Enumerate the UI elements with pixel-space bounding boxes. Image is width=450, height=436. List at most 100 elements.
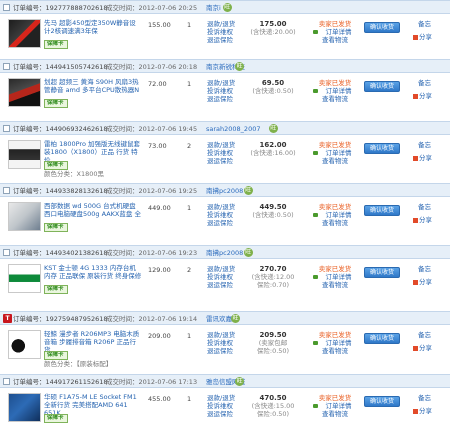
refund-link[interactable]: 退款/退货 <box>207 331 235 339</box>
buyer-protection-badge[interactable]: 保障卡 <box>44 351 68 360</box>
buyer-protection-badge[interactable]: 保障卡 <box>44 99 68 108</box>
product-title-link[interactable]: KST 金士顿 4G 1333 内存台机内存 正品联保 原装行货 终身保修 <box>44 264 142 280</box>
complaint-link[interactable]: 投诉维权 <box>207 149 235 157</box>
refund-link[interactable]: 退款/退货 <box>207 265 235 273</box>
buyer-protection-badge[interactable]: 保障卡 <box>44 285 68 294</box>
buyer-protection-badge[interactable]: 保障卡 <box>44 40 68 49</box>
wangwang-chat-icon[interactable]: 旺 <box>222 3 232 12</box>
seller-link[interactable]: 南京i <box>206 4 221 12</box>
wangwang-chat-icon[interactable]: 旺 <box>243 186 253 195</box>
refund-link[interactable]: 退款/退货 <box>207 203 235 211</box>
complaint-link[interactable]: 投诉维权 <box>207 28 235 36</box>
view-logistics-link[interactable]: 查看物流 <box>310 410 360 418</box>
share-link[interactable]: 分享 <box>413 154 432 162</box>
select-order-checkbox[interactable] <box>3 63 10 70</box>
refund-link[interactable]: 退款/退货 <box>207 394 235 402</box>
power-supply-thumbnail[interactable] <box>8 19 41 48</box>
view-logistics-link[interactable]: 查看物流 <box>310 281 360 289</box>
keyboard-thumbnail[interactable] <box>8 140 41 169</box>
share-link[interactable]: 分享 <box>413 344 432 352</box>
memo-link[interactable]: 备忘 <box>418 331 431 339</box>
seller-link[interactable]: 南拂pc2008 <box>206 187 243 195</box>
order-total: 69.50 (含快递:0.50) <box>250 79 296 95</box>
order-total: 470.50 (含快递:15.00 保险:0.50) <box>250 394 296 418</box>
share-link[interactable]: 分享 <box>413 92 432 100</box>
complaint-link[interactable]: 投诉维权 <box>207 273 235 281</box>
status-text: 卖家已发货 <box>318 331 352 339</box>
refund-link[interactable]: 退款/退货 <box>207 79 235 87</box>
memory-thumbnail[interactable] <box>8 264 41 293</box>
confirm-receipt-button[interactable]: 确认收货 <box>364 81 400 92</box>
seller-link[interactable]: 南拂pc2008 <box>206 249 243 257</box>
confirm-receipt-button[interactable]: 确认收货 <box>364 22 400 33</box>
return-insurance-link[interactable]: 退运保险 <box>207 157 235 165</box>
buyer-protection-badge[interactable]: 保障卡 <box>44 161 68 170</box>
hard-drive-thumbnail[interactable] <box>8 202 41 231</box>
wangwang-chat-icon[interactable]: 旺 <box>231 314 240 323</box>
complaint-link[interactable]: 投诉维权 <box>207 402 235 410</box>
return-insurance-link[interactable]: 退运保险 <box>207 95 235 103</box>
confirm-receipt-button[interactable]: 确认收货 <box>364 143 400 154</box>
product-title-link[interactable]: 先马 超影450型定350W静音设计2核调速满3年保 <box>44 19 142 35</box>
order-detail-link[interactable]: 订单详情 <box>310 87 360 95</box>
order-detail-link[interactable]: 订单详情 <box>310 402 360 410</box>
select-order-checkbox[interactable] <box>3 125 10 132</box>
memo-link[interactable]: 备忘 <box>418 79 431 87</box>
buyer-protection-badge[interactable]: 保障卡 <box>44 414 68 423</box>
memo-link[interactable]: 备忘 <box>418 141 431 149</box>
memo-link[interactable]: 备忘 <box>418 394 431 402</box>
deal-time: 成交时间：2012-07-06 17:13 <box>106 378 198 386</box>
return-insurance-link[interactable]: 退运保险 <box>207 219 235 227</box>
quantity: 1 <box>187 21 192 29</box>
memo-link[interactable]: 备忘 <box>418 20 431 28</box>
select-order-checkbox[interactable] <box>3 4 10 11</box>
order-detail-link[interactable]: 订单详情 <box>310 211 360 219</box>
quantity: 1 <box>187 80 192 88</box>
product-title-link[interactable]: 划超 超频三 黄海 S90H 风扇3热管静音 amd 多平台CPU散热器N <box>44 78 142 94</box>
share-link[interactable]: 分享 <box>413 216 432 224</box>
confirm-receipt-button[interactable]: 确认收货 <box>364 267 400 278</box>
memo-link[interactable]: 备忘 <box>418 265 431 273</box>
select-order-checkbox[interactable] <box>3 378 10 385</box>
view-logistics-link[interactable]: 查看物流 <box>310 219 360 227</box>
complaint-link[interactable]: 投诉维权 <box>207 87 235 95</box>
return-insurance-link[interactable]: 退运保险 <box>207 347 235 355</box>
select-order-checkbox[interactable] <box>3 249 10 256</box>
order-detail-link[interactable]: 订单详情 <box>310 149 360 157</box>
buyer-protection-badge[interactable]: 保障卡 <box>44 223 68 232</box>
view-logistics-link[interactable]: 查看物流 <box>310 36 360 44</box>
order-detail-link[interactable]: 订单详情 <box>310 339 360 347</box>
order-row: T 订单编号：192759487952618 成交时间：2012-07-06 19:… <box>0 311 450 369</box>
wangwang-chat-icon[interactable]: 旺 <box>243 248 253 257</box>
select-order-checkbox[interactable] <box>3 187 10 194</box>
unit-price: 72.00 <box>148 80 167 88</box>
refund-link[interactable]: 退款/退货 <box>207 141 235 149</box>
share-link[interactable]: 分享 <box>413 407 432 415</box>
return-insurance-link[interactable]: 退运保险 <box>207 36 235 44</box>
view-logistics-link[interactable]: 查看物流 <box>310 347 360 355</box>
complaint-link[interactable]: 投诉维权 <box>207 339 235 347</box>
confirm-receipt-button[interactable]: 确认收货 <box>364 333 400 344</box>
order-detail-link[interactable]: 订单详情 <box>310 273 360 281</box>
confirm-receipt-button[interactable]: 确认收货 <box>364 205 400 216</box>
order-detail-link[interactable]: 订单详情 <box>310 28 360 36</box>
return-insurance-link[interactable]: 退运保险 <box>207 281 235 289</box>
confirm-receipt-button[interactable]: 确认收货 <box>364 396 400 407</box>
product-title-link[interactable]: 西部数据 wd 500G 台式机硬盘 西口电脑硬盘500g AAKX蓝盘 全 <box>44 202 142 218</box>
view-logistics-link[interactable]: 查看物流 <box>310 157 360 165</box>
order-header: 订单编号：144917261152618 成交时间：2012-07-06 17:1… <box>0 374 450 388</box>
return-insurance-link[interactable]: 退运保险 <box>207 410 235 418</box>
share-link[interactable]: 分享 <box>413 33 432 41</box>
motherboard-thumbnail[interactable] <box>8 393 41 422</box>
view-logistics-link[interactable]: 查看物流 <box>310 95 360 103</box>
memo-link[interactable]: 备忘 <box>418 203 431 211</box>
speakers-thumbnail[interactable] <box>8 330 41 359</box>
order-number: 订单编号：192759487952618 <box>13 315 108 323</box>
share-icon <box>413 155 418 161</box>
cpu-cooler-thumbnail[interactable] <box>8 78 41 107</box>
refund-link[interactable]: 退款/退货 <box>207 20 235 28</box>
complaint-link[interactable]: 投诉维权 <box>207 211 235 219</box>
share-link[interactable]: 分享 <box>413 278 432 286</box>
wangwang-chat-icon[interactable]: 旺 <box>268 124 278 133</box>
seller-link[interactable]: sarah2008_2007 <box>206 125 260 133</box>
